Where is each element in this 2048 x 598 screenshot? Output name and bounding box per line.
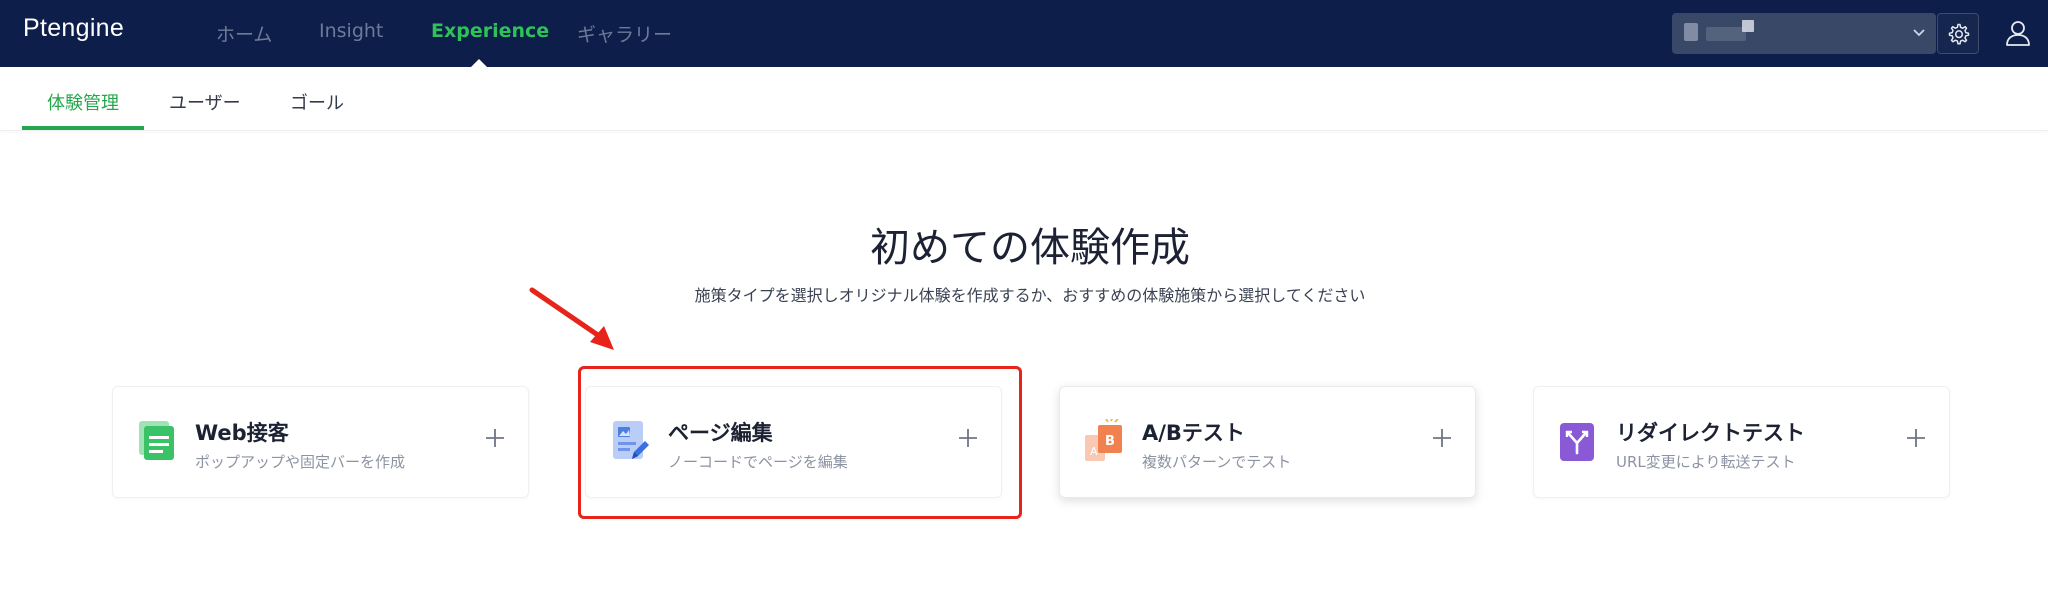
- app-logo[interactable]: Ptengine: [23, 14, 124, 43]
- tab-experience-management[interactable]: 体験管理: [47, 89, 119, 115]
- plus-icon[interactable]: [1903, 425, 1929, 451]
- workspace-selector[interactable]: [1672, 13, 1936, 54]
- card-redirect-test[interactable]: リダイレクトテスト URL変更により転送テスト: [1533, 386, 1950, 498]
- workspace-name-redacted: [1742, 20, 1754, 32]
- top-navigation-bar: Ptengine ホーム Insight Experience ギャラリー: [0, 0, 2048, 67]
- annotation-arrow-icon: [529, 287, 614, 350]
- plus-icon[interactable]: [1429, 425, 1455, 451]
- svg-text:A: A: [1090, 445, 1098, 458]
- card-title: Web接客: [195, 421, 289, 445]
- card-description: ポップアップや固定バーを作成: [195, 453, 406, 471]
- nav-item-home[interactable]: ホーム: [216, 20, 272, 47]
- page-title: 初めての体験作成: [870, 225, 1190, 271]
- card-description: URL変更により転送テスト: [1616, 453, 1796, 471]
- active-nav-caret: [471, 59, 487, 67]
- web-engagement-icon: [139, 421, 174, 460]
- user-account-icon[interactable]: [2003, 18, 2033, 48]
- workspace-name-redacted: [1706, 27, 1746, 41]
- annotation-highlight-box: [578, 366, 1022, 519]
- redirect-test-icon: [1560, 423, 1594, 461]
- gear-icon: [1948, 23, 1970, 45]
- workspace-name-redacted: [1684, 23, 1698, 41]
- ab-test-icon: A B: [1085, 419, 1122, 461]
- settings-button[interactable]: [1937, 13, 1979, 54]
- plus-icon[interactable]: [482, 425, 508, 451]
- tab-users[interactable]: ユーザー: [169, 89, 241, 115]
- card-web-engagement[interactable]: Web接客 ポップアップや固定バーを作成: [112, 386, 529, 498]
- card-title: A/Bテスト: [1142, 421, 1245, 445]
- active-tab-indicator: [22, 126, 144, 130]
- nav-item-experience[interactable]: Experience: [431, 20, 549, 42]
- card-description: 複数パターンでテスト: [1142, 453, 1292, 471]
- sub-navigation-bar: 体験管理 ユーザー ゴール: [0, 67, 2048, 131]
- card-title: リダイレクトテスト: [1616, 421, 1805, 445]
- card-ab-test[interactable]: A B A/Bテスト 複数パターンでテスト: [1059, 386, 1476, 498]
- svg-text:B: B: [1105, 434, 1115, 449]
- tab-goals[interactable]: ゴール: [290, 89, 344, 115]
- nav-item-insight[interactable]: Insight: [319, 20, 383, 42]
- nav-item-gallery[interactable]: ギャラリー: [577, 20, 672, 47]
- chevron-down-icon: [1913, 29, 1925, 37]
- page-subtitle: 施策タイプを選択しオリジナル体験を作成するか、おすすめの体験施策から選択してくだ…: [694, 286, 1366, 305]
